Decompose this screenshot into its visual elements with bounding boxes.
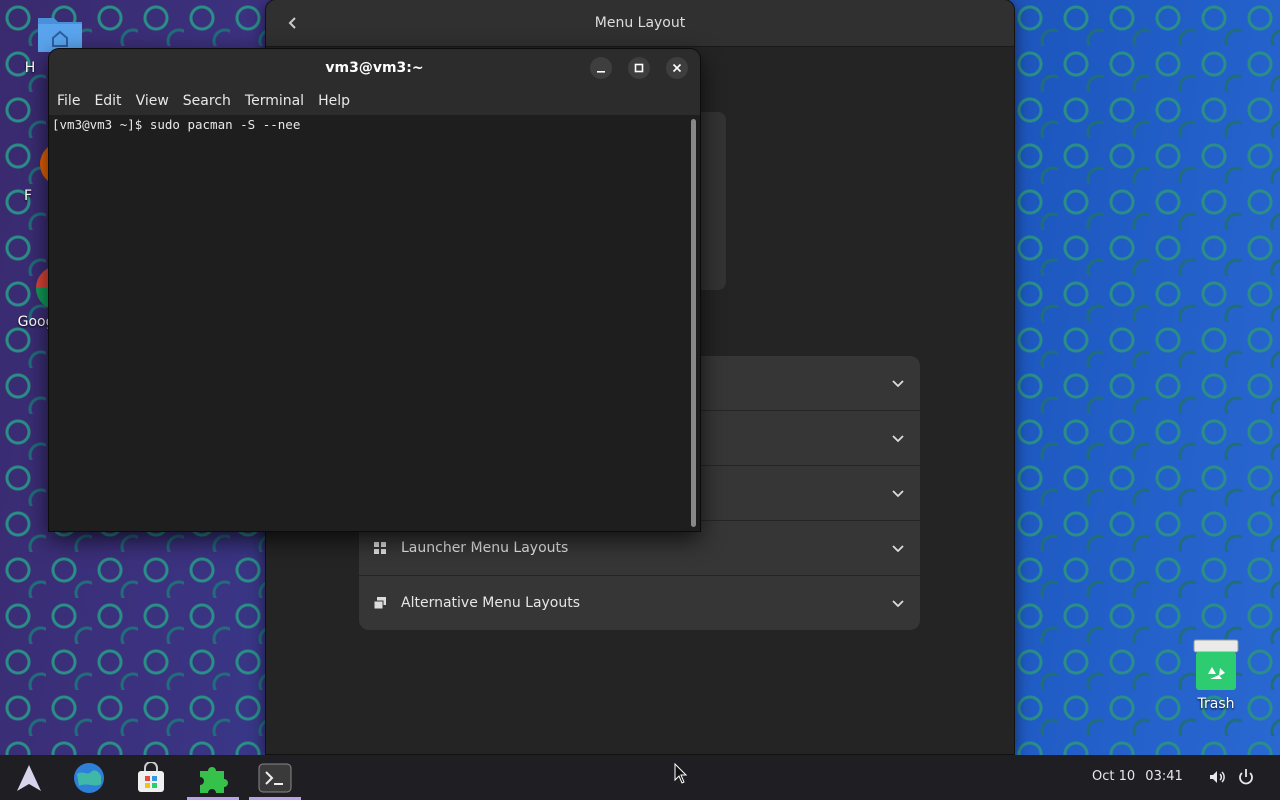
chevron-down-icon <box>892 435 904 443</box>
power-icon[interactable] <box>1237 768 1255 786</box>
menu-search[interactable]: Search <box>183 93 239 109</box>
terminal-window[interactable]: vm3@vm3:~ File Edit View Search Terminal… <box>49 49 700 531</box>
terminal-prompt-line: [vm3@vm3 ~]$ sudo pacman -S --nee <box>52 117 301 132</box>
minimize-icon <box>597 71 605 73</box>
taskbar: Oct 10 03:41 <box>0 755 1280 800</box>
taskbar-browser[interactable] <box>63 755 115 800</box>
maximize-button[interactable] <box>628 57 650 79</box>
maximize-icon <box>634 63 644 73</box>
arch-logo-icon <box>17 764 41 791</box>
chevron-down-icon <box>892 600 904 608</box>
terminal-icon <box>258 763 292 792</box>
chevron-down-icon <box>892 545 904 553</box>
menu-file[interactable]: File <box>57 93 88 109</box>
row-label: Launcher Menu Layouts <box>401 540 569 556</box>
taskbar-terminal[interactable] <box>249 755 301 800</box>
taskbar-extensions[interactable] <box>187 755 239 800</box>
terminal-menubar: File Edit View Search Terminal Help <box>49 87 700 115</box>
preview-card <box>696 112 726 290</box>
chevron-down-icon <box>892 490 904 498</box>
globe-browser-icon <box>74 762 104 793</box>
menu-help[interactable]: Help <box>318 93 358 109</box>
menu-view[interactable]: View <box>136 93 177 109</box>
menu-terminal[interactable]: Terminal <box>245 93 312 109</box>
terminal-output[interactable]: [vm3@vm3 ~]$ sudo pacman -S --nee <box>49 115 700 531</box>
chevron-down-icon <box>892 380 904 388</box>
settings-title: Menu Layout <box>594 15 686 31</box>
chevron-left-icon <box>288 17 296 29</box>
terminal-titlebar[interactable]: vm3@vm3:~ <box>49 49 700 87</box>
clock-time: 03:41 <box>1145 769 1183 784</box>
store-bag-icon <box>138 761 164 792</box>
mouse-cursor-icon <box>674 763 688 784</box>
taskbar-arch-menu[interactable] <box>3 755 55 800</box>
row-label: Alternative Menu Layouts <box>401 595 581 611</box>
desktop-icon-label: Trash <box>1197 696 1235 712</box>
menu-edit[interactable]: Edit <box>94 93 129 109</box>
clock-date: Oct 10 <box>1092 769 1136 784</box>
desktop-icon-trash[interactable]: Trash <box>1176 638 1256 712</box>
settings-header: Menu Layout <box>266 0 1014 47</box>
layout-row-alternative[interactable]: Alternative Menu Layouts <box>359 575 920 630</box>
terminal-scrollbar[interactable] <box>691 119 696 527</box>
close-button[interactable] <box>666 57 688 79</box>
grid-icon <box>373 540 389 556</box>
taskbar-software-store[interactable] <box>125 755 177 800</box>
clock[interactable]: Oct 10 03:41 <box>1092 769 1183 784</box>
trash-icon <box>1190 638 1242 690</box>
minimize-button[interactable] <box>590 57 612 79</box>
windows-stack-icon <box>373 595 389 611</box>
back-button[interactable] <box>278 8 308 38</box>
close-icon <box>672 63 682 73</box>
volume-icon[interactable] <box>1208 768 1226 786</box>
puzzle-piece-icon <box>200 766 228 793</box>
